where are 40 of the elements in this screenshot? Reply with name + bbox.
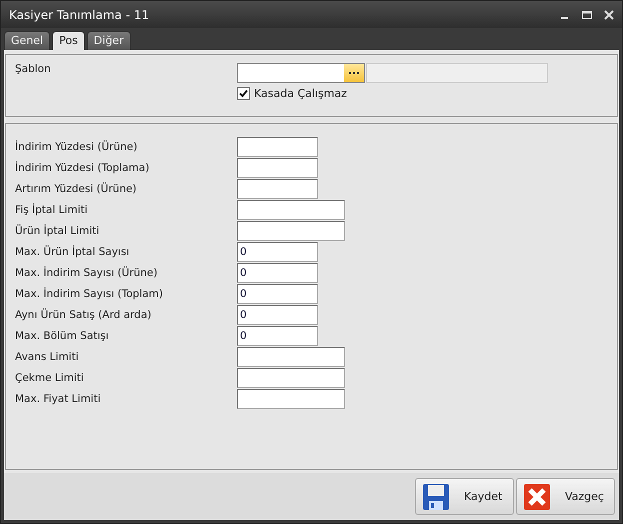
checkbox-label: Kasada Çalışmaz (254, 87, 347, 100)
field-label: Ürün İptal Limiti (15, 224, 100, 236)
field-label: İndirim Yüzdesi (Ürüne) (15, 140, 138, 152)
input-field[interactable] (237, 158, 318, 178)
field-label: Çekme Limiti (15, 372, 85, 384)
cancel-button[interactable]: Vazgeç (516, 478, 615, 515)
tab[interactable]: Pos (52, 31, 85, 50)
input-field[interactable]: 0 (237, 284, 318, 304)
checkbox[interactable] (237, 87, 250, 100)
input-field[interactable] (237, 388, 345, 408)
field-label: Max. İndirim Sayısı (Toplam) (15, 288, 164, 300)
field-label: Şablon (15, 63, 52, 75)
maximize-icon[interactable] (582, 10, 592, 20)
input-field[interactable] (237, 200, 345, 220)
input-field[interactable] (237, 178, 318, 198)
window-title: Kasiyer Tanımlama - 11 (9, 8, 150, 22)
input-field[interactable] (237, 136, 318, 156)
field-label: Fiş İptal Limiti (15, 204, 89, 216)
input-field[interactable]: 0 (237, 262, 318, 282)
field-label: Aynı Ürün Satış (Ard arda) (15, 308, 152, 320)
input-field[interactable] (237, 368, 345, 388)
tab[interactable]: Diğer (86, 31, 131, 50)
field-label: Max. Bölüm Satışı (15, 330, 110, 342)
field-label: Artırım Yüzdesi (Ürüne) (15, 182, 138, 194)
input-field[interactable]: 0 (237, 326, 318, 346)
field-label: Max. Fiyat Limiti (15, 392, 102, 404)
field-label: İndirim Yüzdesi (Toplama) (15, 162, 150, 174)
field-label: Max. Ürün İptal Sayısı (15, 246, 130, 258)
field-label: Avans Limiti (15, 350, 80, 362)
save-button[interactable]: Kaydet (415, 478, 514, 515)
input-field[interactable]: 0 (237, 304, 318, 324)
close-icon[interactable] (604, 10, 614, 20)
tab[interactable]: Genel (4, 31, 50, 50)
template-field[interactable] (237, 63, 365, 83)
ellipsis-icon[interactable] (349, 72, 359, 74)
input-field[interactable]: 0 (237, 242, 318, 262)
input-field[interactable] (237, 220, 345, 240)
field-label: Max. İndirim Sayısı (Ürüne) (15, 266, 158, 278)
input-field[interactable] (237, 346, 345, 366)
cross-icon (523, 482, 551, 510)
